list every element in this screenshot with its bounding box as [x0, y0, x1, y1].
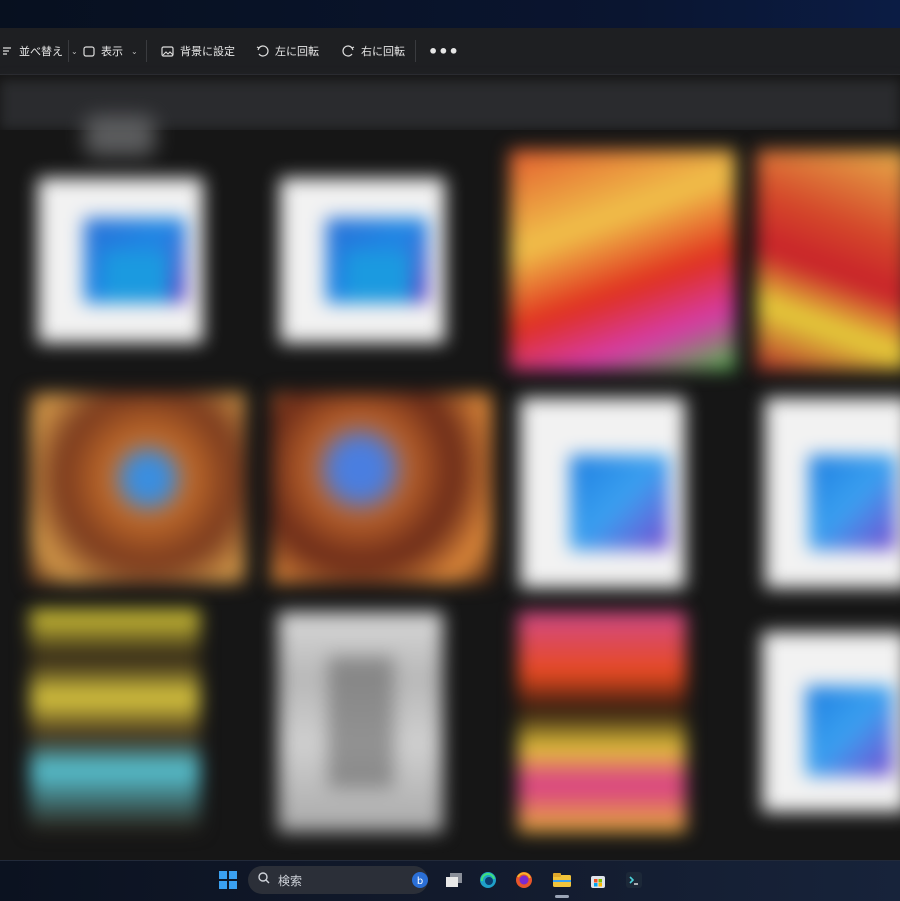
file-explorer-icon[interactable]	[552, 870, 572, 890]
active-app-indicator	[555, 895, 569, 898]
image-thumbnail[interactable]	[757, 150, 900, 370]
bing-icon[interactable]: b	[410, 870, 430, 890]
image-thumbnail[interactable]	[510, 150, 735, 370]
sort-icon	[0, 46, 13, 57]
set-background-label: 背景に設定	[180, 45, 235, 58]
rotate-right-button[interactable]: 右に回転	[342, 28, 405, 74]
file-thumbnail[interactable]	[520, 398, 685, 588]
view-button[interactable]: 表示 ⌄	[82, 28, 138, 74]
sort-label: 並べ替え	[19, 45, 63, 58]
more-options-icon: •••	[428, 41, 459, 61]
task-view-icon[interactable]	[444, 870, 464, 890]
image-thumbnail[interactable]	[272, 393, 492, 583]
set-background-button[interactable]: 背景に設定	[161, 28, 235, 74]
file-thumbnail[interactable]	[765, 398, 900, 588]
search-icon	[258, 872, 270, 888]
windows-start-icon[interactable]	[218, 870, 238, 890]
taskbar-search[interactable]: 検索	[248, 866, 428, 894]
edge-icon[interactable]	[478, 870, 498, 890]
rotate-left-icon	[256, 45, 269, 57]
chevron-down-icon: ⌄	[71, 46, 78, 56]
store-icon[interactable]	[588, 870, 608, 890]
file-thumbnail[interactable]	[762, 632, 900, 812]
rotate-right-icon	[342, 45, 355, 57]
image-thumbnail[interactable]	[278, 612, 443, 832]
sort-button[interactable]: 並べ替え ⌄	[0, 28, 78, 74]
toolbar-divider	[146, 40, 147, 62]
chevron-down-icon: ⌄	[131, 46, 138, 56]
rotate-left-button[interactable]: 左に回転	[256, 28, 319, 74]
search-placeholder: 検索	[278, 873, 303, 888]
image-thumbnail[interactable]	[518, 612, 686, 832]
command-bar: 並べ替え ⌄ 表示 ⌄ 背景に設定 左に回転 右に回転 •••	[0, 28, 900, 75]
file-thumbnail[interactable]	[38, 178, 203, 343]
image-thumbnail[interactable]	[30, 610, 200, 830]
toolbar-divider	[68, 40, 69, 62]
window-top-band	[0, 0, 900, 28]
view-icon	[82, 45, 95, 57]
svg-text:b: b	[417, 876, 423, 887]
view-label: 表示	[101, 45, 123, 58]
rotate-right-label: 右に回転	[361, 45, 405, 58]
terminal-icon[interactable]	[624, 870, 644, 890]
firefox-icon[interactable]	[514, 870, 534, 890]
more-options-button[interactable]: •••	[428, 28, 459, 74]
image-icon	[161, 45, 174, 57]
file-thumbnail[interactable]	[280, 178, 445, 343]
group-header	[85, 116, 155, 156]
rotate-left-label: 左に回転	[275, 45, 319, 58]
toolbar-divider	[415, 40, 416, 62]
image-thumbnail[interactable]	[30, 393, 245, 583]
